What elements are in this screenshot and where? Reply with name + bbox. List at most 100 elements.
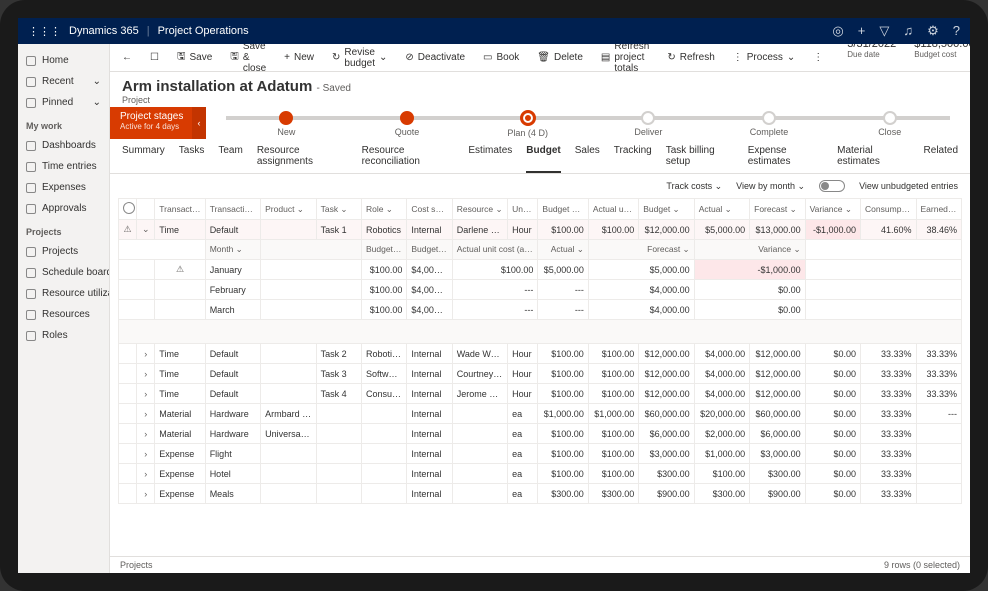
nav-icon [26, 56, 36, 66]
view-by-dropdown[interactable]: View by month ⌄ [736, 181, 805, 192]
sidebar: HomeRecent⌄Pinned⌄ My work DashboardsTim… [18, 44, 110, 573]
expand-icon[interactable]: › [137, 344, 155, 364]
stage-collapse-icon[interactable]: ‹ [192, 107, 206, 139]
app-name: Project Operations [158, 25, 249, 37]
sidebar-item[interactable]: Projects [18, 241, 109, 262]
tab-budget[interactable]: Budget [526, 145, 560, 173]
tab-related[interactable]: Related [924, 145, 958, 173]
brand: Dynamics 365 [69, 25, 139, 37]
sidebar-item[interactable]: Resources [18, 304, 109, 325]
tab-summary[interactable]: Summary [122, 145, 165, 173]
stage[interactable]: Plan (4 D) [467, 108, 588, 138]
gear-icon[interactable]: ⚙ [927, 23, 939, 39]
tab-team[interactable]: Team [218, 145, 242, 173]
back-button[interactable]: ← [118, 50, 136, 65]
table-row[interactable]: ›ExpenseMealsInternalea$300.00$300.00$90… [119, 484, 962, 504]
sidebar-item[interactable]: Schedule board [18, 262, 109, 283]
col-header[interactable]: Unit ⌄ [508, 199, 538, 220]
unbudgeted-toggle[interactable] [819, 180, 845, 192]
col-header[interactable]: Role ⌄ [361, 199, 406, 220]
table-subrow[interactable]: ⚠January$100.00$4,000.00$100.00$5,000.00… [119, 260, 962, 280]
bell-icon[interactable]: ♫ [903, 23, 913, 39]
col-header[interactable]: Budget ⌄ [639, 199, 694, 220]
expand-icon[interactable]: › [137, 484, 155, 504]
col-header[interactable]: Variance ⌄ [805, 199, 860, 220]
tab-task-billing-setup[interactable]: Task billing setup [666, 145, 734, 173]
table-row[interactable]: ⚠⌄TimeDefaultTask 1RoboticsInternalDarle… [119, 220, 962, 240]
stage[interactable]: Complete [709, 109, 830, 137]
table-row[interactable]: ›MaterialHardwareArmbard 150Internalea$1… [119, 404, 962, 424]
stage[interactable]: Close [829, 109, 950, 137]
new-button[interactable]: + New [280, 50, 318, 65]
table-row[interactable]: ›ExpenseHotelInternalea$100.00$100.00$30… [119, 464, 962, 484]
col-header[interactable]: Earned prog ⌄ [916, 199, 962, 220]
col-header[interactable]: Actual unit cost ⌄ [588, 199, 638, 220]
delete-button[interactable]: 🗑 Delete [533, 50, 587, 65]
tab-expense-estimates[interactable]: Expense estimates [748, 145, 823, 173]
nav-icon [26, 77, 36, 87]
stage[interactable]: New [226, 109, 347, 137]
footer-area[interactable]: Projects [120, 560, 153, 570]
col-header[interactable]: Product ⌄ [261, 199, 316, 220]
table-subrow[interactable]: February$100.00$4,000.00------$4,000.00$… [119, 280, 962, 300]
save-button[interactable]: 🖫 Save [173, 47, 216, 68]
table-row[interactable]: ›TimeDefaultTask 3Software IInternalCour… [119, 364, 962, 384]
stage[interactable]: Quote [347, 109, 468, 137]
collapse-icon[interactable]: ⌄ [137, 220, 155, 240]
add-icon[interactable]: + [858, 23, 866, 39]
expand-icon[interactable]: › [137, 384, 155, 404]
filter-icon[interactable]: ▽ [879, 23, 889, 39]
sidebar-item[interactable]: Resource utilization [18, 283, 109, 304]
help-icon[interactable]: ? [953, 23, 960, 39]
col-header[interactable]: Cost source ⌄ [407, 199, 452, 220]
col-header[interactable]: Actual ⌄ [694, 199, 749, 220]
col-header[interactable]: Transaction class [155, 199, 205, 220]
table-subrow[interactable]: March$100.00$4,000.00------$4,000.00$0.0… [119, 300, 962, 320]
col-header[interactable]: Task ⌄ [316, 199, 361, 220]
sidebar-item[interactable]: Dashboards [18, 135, 109, 156]
col-header[interactable]: Resource ⌄ [452, 199, 507, 220]
col-header[interactable]: Forecast ⌄ [750, 199, 805, 220]
expand-icon[interactable]: › [137, 364, 155, 384]
tab-resource-assignments[interactable]: Resource assignments [257, 145, 348, 173]
revise-budget-button[interactable]: ↻ Revise budget ⌄ [328, 45, 391, 71]
book-button[interactable]: ▭ Book [479, 50, 523, 65]
sidebar-item[interactable]: Approvals [18, 198, 109, 219]
expand-icon[interactable]: › [137, 444, 155, 464]
refresh-button[interactable]: ↻ Refresh [663, 50, 718, 65]
nav-icon [26, 141, 36, 151]
col-header[interactable]: Budget unit cost ⌄ [538, 199, 588, 220]
open-button[interactable]: ☐ [146, 50, 163, 65]
sidebar-item[interactable]: Pinned⌄ [18, 92, 109, 113]
sidebar-item[interactable]: Time entries [18, 156, 109, 177]
more-button[interactable]: ⋮ [809, 50, 827, 65]
table-row[interactable]: ›TimeDefaultTask 4ConsultingInternalJero… [119, 384, 962, 404]
process-button[interactable]: ⋮ Process ⌄ [729, 50, 800, 65]
deactivate-button[interactable]: ⊘ Deactivate [401, 50, 469, 65]
tab-sales[interactable]: Sales [575, 145, 600, 173]
tab-resource-reconciliation[interactable]: Resource reconciliation [362, 145, 455, 173]
tab-material-estimates[interactable]: Material estimates [837, 145, 909, 173]
sidebar-item[interactable]: Recent⌄ [18, 71, 109, 92]
stage-flyout[interactable]: Project stages Active for 4 days ‹ [110, 107, 206, 139]
col-check[interactable] [119, 199, 137, 220]
expand-icon[interactable]: › [137, 464, 155, 484]
waffle-icon[interactable]: ⋮⋮⋮ [28, 25, 61, 38]
expand-icon[interactable]: › [137, 424, 155, 444]
table-row[interactable]: ›TimeDefaultTask 2Robotics IInternalWade… [119, 344, 962, 364]
col-header[interactable]: Consumption % ⌄ [861, 199, 916, 220]
budget-grid: Transaction classTransaction cateProduct… [118, 198, 962, 504]
tab-tracking[interactable]: Tracking [614, 145, 652, 173]
tab-tasks[interactable]: Tasks [179, 145, 205, 173]
tab-estimates[interactable]: Estimates [468, 145, 512, 173]
col-header[interactable]: Transaction cate [205, 199, 260, 220]
table-row[interactable]: ›ExpenseFlightInternalea$100.00$100.00$3… [119, 444, 962, 464]
target-icon[interactable]: ◎ [832, 23, 843, 39]
sidebar-item[interactable]: Expenses [18, 177, 109, 198]
sidebar-item[interactable]: Home [18, 50, 109, 71]
sidebar-item[interactable]: Roles [18, 325, 109, 346]
expand-icon[interactable]: › [137, 404, 155, 424]
table-row[interactable]: ›MaterialHardwareUniversal Network CardI… [119, 424, 962, 444]
stage[interactable]: Deliver [588, 109, 709, 137]
track-costs-dropdown[interactable]: Track costs ⌄ [666, 181, 722, 192]
